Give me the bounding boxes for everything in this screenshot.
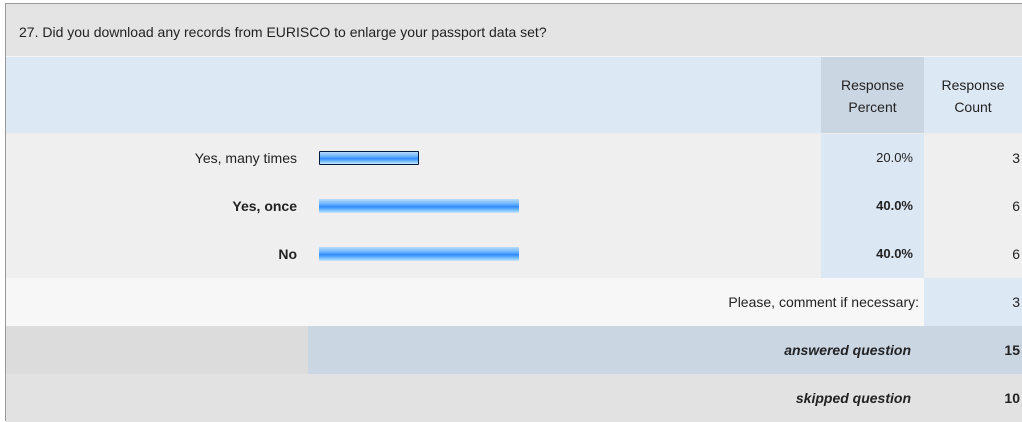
skipped-question-label: skipped question [795, 390, 911, 406]
answer-row: Yes, many times 20.0% 3 [6, 134, 1022, 182]
answer-count: 6 [1012, 198, 1020, 214]
answer-row: Yes, once 40.0% 6 [6, 182, 1022, 230]
response-percent-header-label: Response Percent [840, 77, 905, 115]
answer-bar [319, 151, 419, 165]
answer-count: 6 [1012, 246, 1020, 262]
skipped-question-count: 10 [1004, 390, 1020, 406]
answered-question-row: answered question 15 [6, 326, 1022, 374]
question-title-row: 27. Did you download any records from EU… [6, 4, 1022, 57]
answer-row: No 40.0% 6 [6, 230, 1022, 278]
answer-bar [319, 199, 519, 213]
answer-count: 3 [1012, 150, 1020, 166]
answered-question-label: answered question [784, 342, 911, 358]
answered-question-count: 15 [1004, 342, 1020, 358]
survey-question-panel: 27. Did you download any records from EU… [5, 3, 1022, 422]
skipped-question-row: skipped question 10 [6, 374, 1022, 422]
answer-label: Yes, many times [194, 150, 297, 166]
answer-percent: 20.0% [821, 134, 924, 182]
answer-bar [319, 247, 519, 261]
comment-label: Please, comment if necessary: [728, 294, 919, 310]
comment-count: 3 [924, 278, 1022, 326]
response-percent-header: Response Percent [821, 57, 924, 133]
table-header-row: Response Percent Response Count [6, 57, 1022, 133]
answer-label: No [278, 246, 297, 262]
answer-percent: 40.0% [821, 230, 924, 278]
comment-row: Please, comment if necessary: 3 [6, 278, 1022, 326]
response-count-header: Response Count [924, 57, 1022, 133]
answered-question-highlight [308, 326, 1022, 374]
question-title: 27. Did you download any records from EU… [19, 24, 547, 40]
answer-label: Yes, once [232, 198, 297, 214]
response-count-header-label: Response Count [941, 77, 1005, 115]
answer-percent: 40.0% [821, 182, 924, 230]
